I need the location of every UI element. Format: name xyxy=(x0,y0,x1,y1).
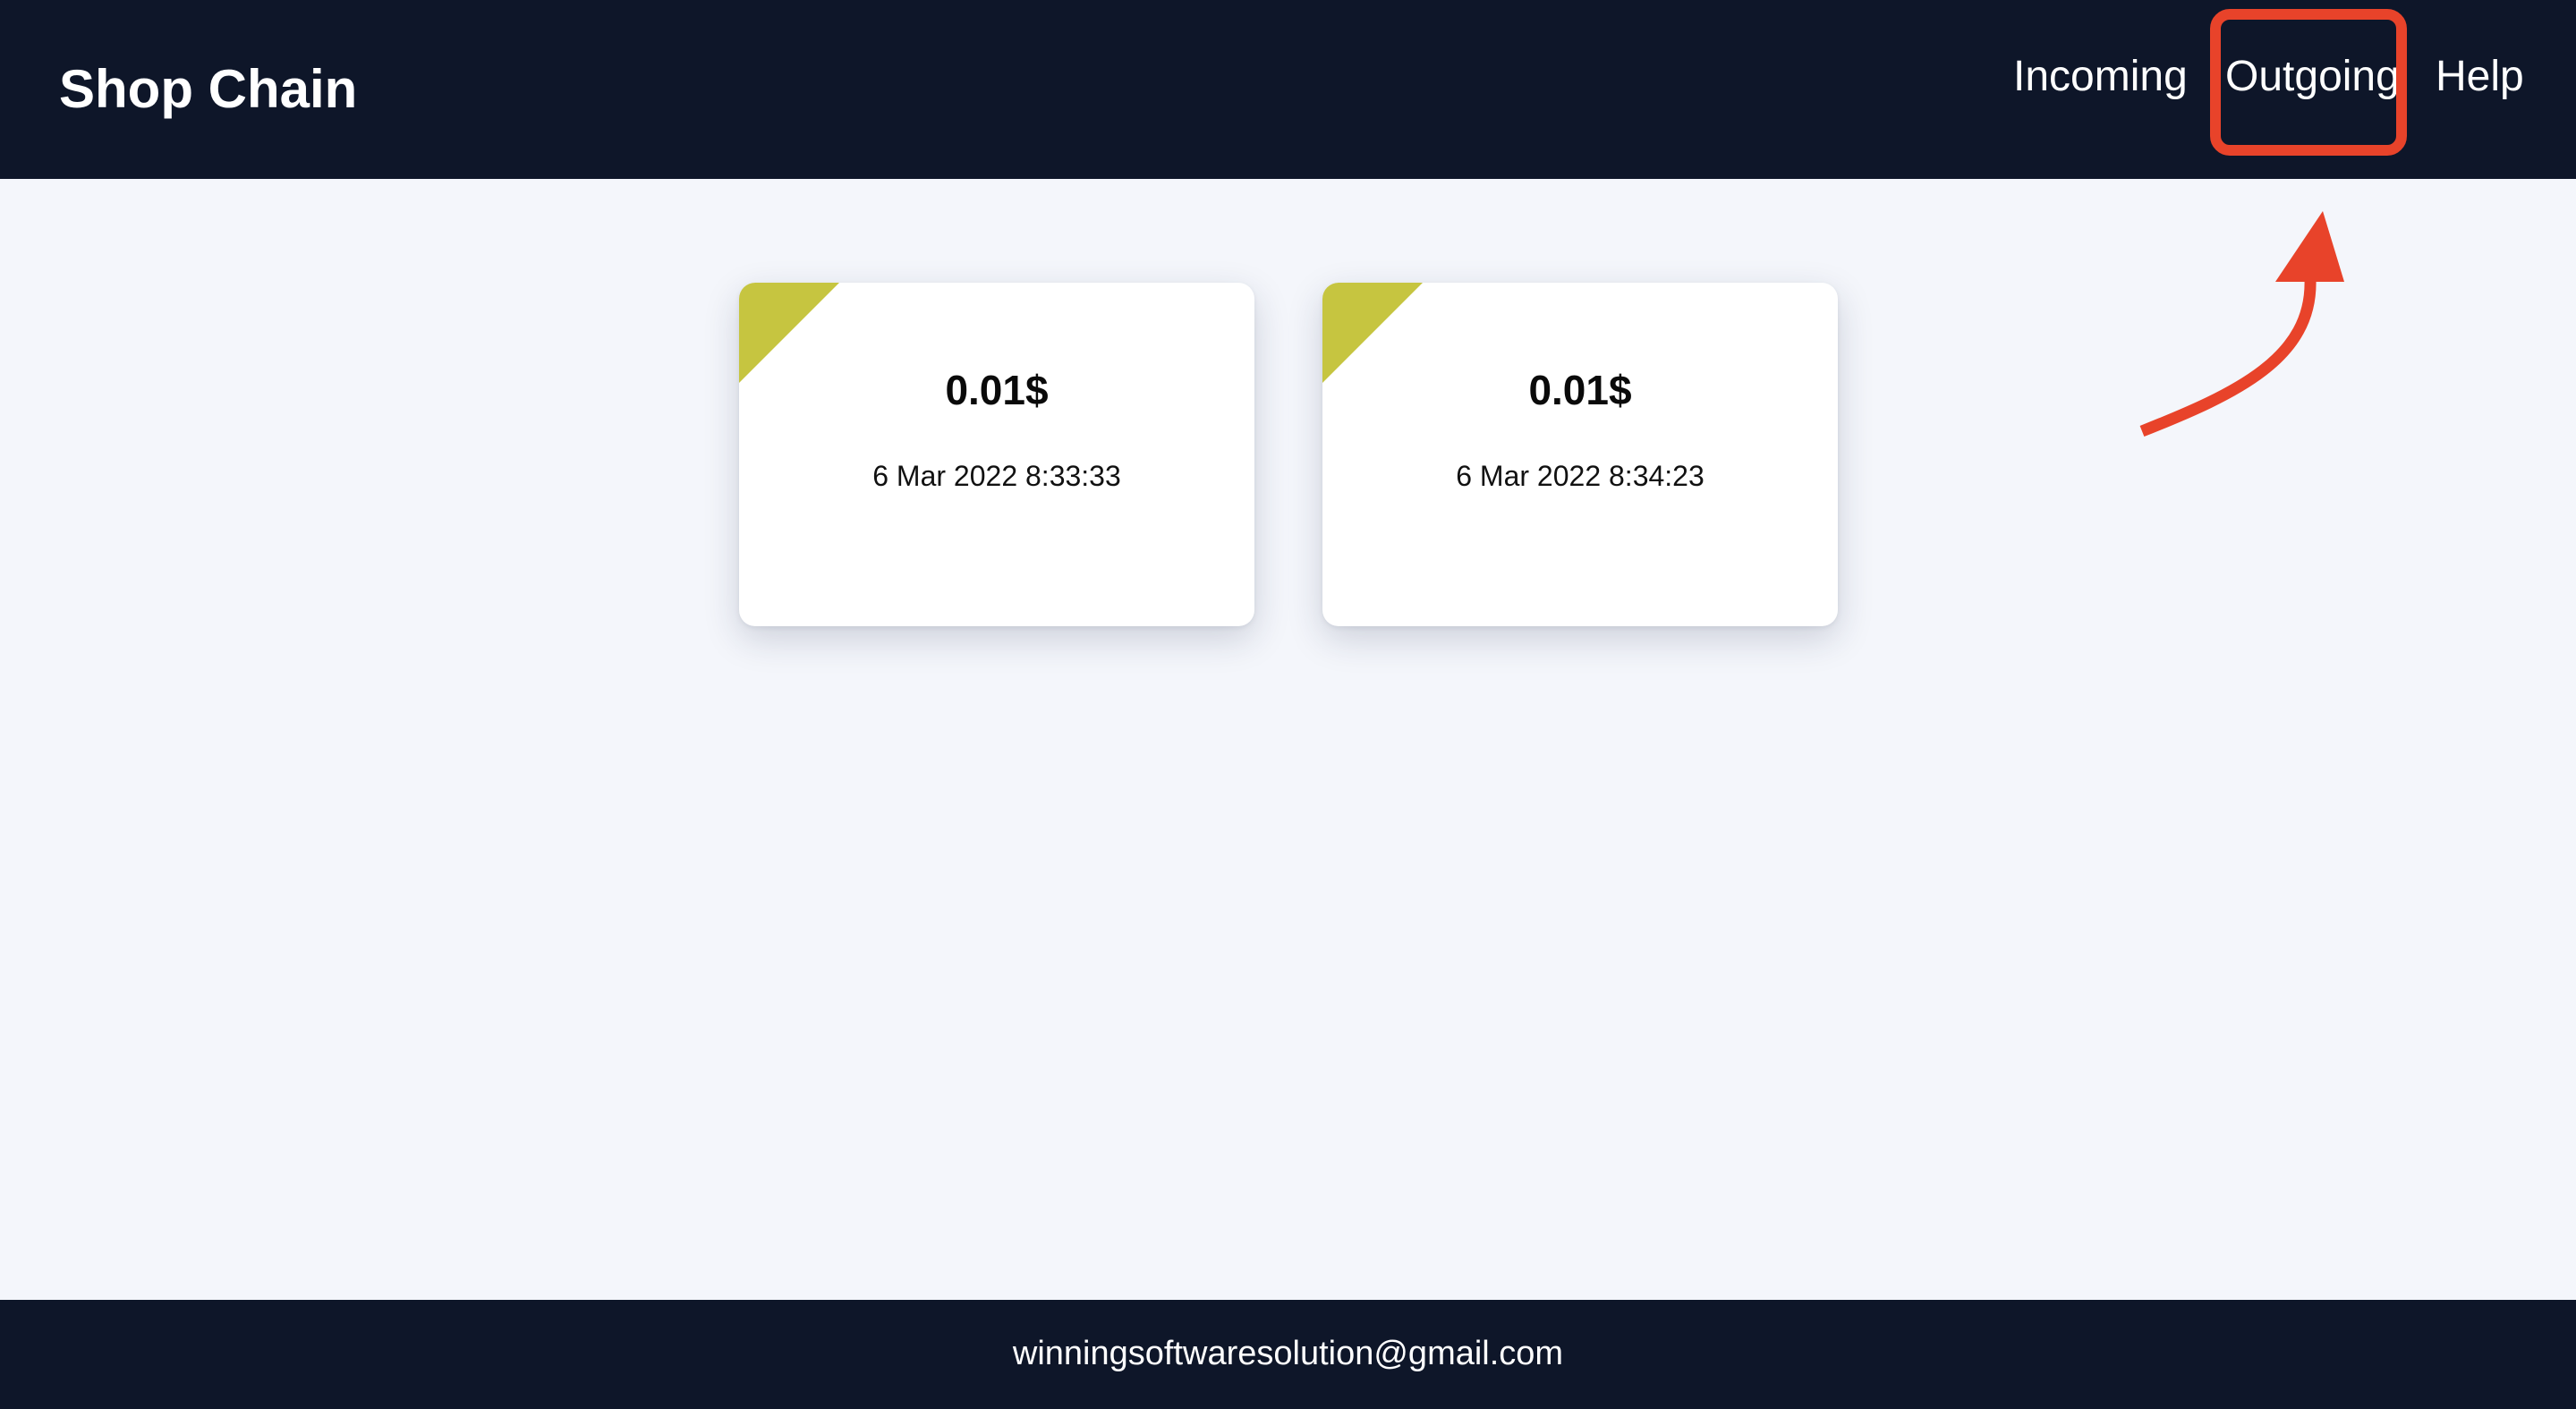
top-navbar: Shop Chain Incoming Outgoing Help xyxy=(0,0,2576,179)
transaction-card[interactable]: 0.01$ 6 Mar 2022 8:33:33 xyxy=(739,283,1254,626)
transaction-date: 6 Mar 2022 8:33:33 xyxy=(872,460,1121,492)
nav-link-incoming[interactable]: Incoming xyxy=(2013,48,2188,106)
transaction-amount: 0.01$ xyxy=(1528,367,1632,413)
nav-link-help[interactable]: Help xyxy=(2436,48,2524,106)
annotation-arrow-icon xyxy=(2139,211,2344,437)
footer-contact-email: winningsoftwaresolution@gmail.com xyxy=(1012,1335,1564,1372)
transaction-card[interactable]: 0.01$ 6 Mar 2022 8:34:23 xyxy=(1322,283,1838,626)
brand-logo-text[interactable]: Shop Chain xyxy=(59,57,357,122)
transaction-amount: 0.01$ xyxy=(945,367,1049,413)
annotation-highlight-box xyxy=(2210,9,2407,156)
transaction-date: 6 Mar 2022 8:34:23 xyxy=(1456,460,1705,492)
page-footer: winningsoftwaresolution@gmail.com xyxy=(0,1300,2576,1409)
